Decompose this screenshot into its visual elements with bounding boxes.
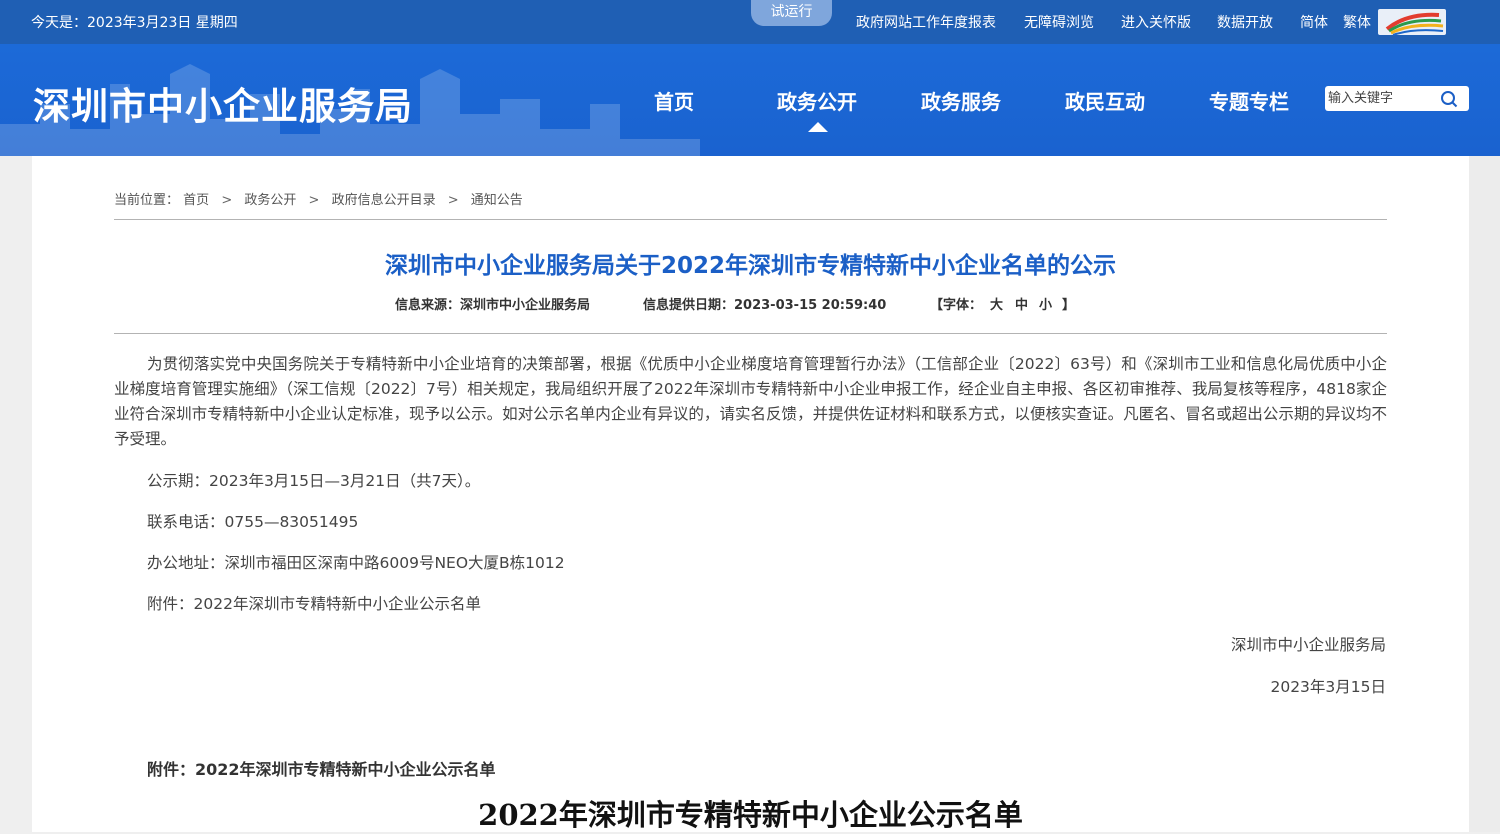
site-title[interactable]: 深圳市中小企业服务局: [33, 76, 413, 130]
nav-public-interaction[interactable]: 政民互动: [1065, 86, 1145, 115]
breadcrumb-prefix: 当前位置：: [114, 193, 180, 208]
article-title: 深圳市中小企业服务局关于2022年深圳市专精特新中小企业名单的公示: [384, 253, 1116, 279]
office-address: 办公地址：深圳市福田区深南中路6009号NEO大厦B栋1012: [147, 554, 565, 572]
nav-government-affairs-open[interactable]: 政务公开: [777, 86, 857, 115]
nav-special-topics[interactable]: 专题专栏: [1209, 86, 1289, 115]
article-source: 信息来源：深圳市中小企业服务局: [395, 298, 591, 313]
attachment-link[interactable]: 附件：2022年深圳市专精特新中小企业公示名单: [147, 592, 481, 614]
search-box: [1325, 86, 1469, 111]
site-header: 深圳市中小企业服务局 首页 政务公开 政务服务 政民互动 专题专栏: [0, 44, 1500, 156]
publicity-period: 公示期：2023年3月15日—3月21日（共7天）。: [147, 472, 481, 490]
care-version-link[interactable]: 进入关怀版: [1121, 12, 1191, 32]
signature-org: 深圳市中小企业服务局: [1230, 636, 1386, 654]
signature-date: 2023年3月15日: [1270, 678, 1386, 696]
nav-government-services[interactable]: 政务服务: [921, 86, 1001, 115]
divider: [114, 219, 1387, 220]
breadcrumb-separator: >: [308, 193, 320, 208]
simplified-chinese-link[interactable]: 简体: [1300, 12, 1328, 32]
search-input[interactable]: [1328, 89, 1438, 108]
breadcrumb-info-catalog[interactable]: 政府信息公开目录: [332, 193, 436, 208]
article-body: 为贯彻落实党中央国务院关于专精特新中小企业培育的决策部署，根据《优质中小企业梯度…: [114, 355, 1387, 448]
contact-phone: 联系电话：0755—83051495: [147, 513, 359, 531]
divider: [114, 333, 1387, 334]
font-size-label: 【字体：: [930, 298, 983, 313]
accessibility-link[interactable]: 无障碍浏览: [1024, 12, 1094, 32]
active-nav-indicator: [808, 122, 828, 132]
traditional-chinese-link[interactable]: 繁体: [1343, 12, 1371, 32]
breadcrumb-separator: >: [447, 193, 459, 208]
trial-badge: 试运行: [751, 0, 832, 26]
breadcrumb-home[interactable]: 首页: [183, 193, 209, 208]
breadcrumb-notices[interactable]: 通知公告: [471, 193, 523, 208]
shenzhen-logo-icon[interactable]: [1377, 5, 1447, 39]
current-date: 今天是：2023年3月23日 星期四: [31, 15, 238, 31]
article-date: 信息提供日期：2023-03-15 20:59:40: [643, 298, 887, 313]
attachment-heading: 附件：2022年深圳市专精特新中小企业公示名单: [147, 760, 496, 779]
font-size-medium-button[interactable]: 中: [1015, 294, 1028, 313]
list-title: 2022年深圳市专精特新中小企业公示名单: [478, 798, 1023, 832]
font-size-bracket: 】: [1062, 298, 1076, 313]
annual-report-link[interactable]: 政府网站工作年度报表: [856, 12, 996, 32]
font-size-large-button[interactable]: 大: [990, 294, 1003, 313]
top-utility-bar: 今天是：2023年3月23日 星期四 试运行 政府网站工作年度报表 无障碍浏览 …: [0, 0, 1500, 44]
search-icon[interactable]: [1439, 89, 1459, 109]
breadcrumb-gov-open[interactable]: 政务公开: [244, 193, 296, 208]
right-margin-decoration: [1469, 156, 1500, 832]
breadcrumb-separator: >: [221, 193, 233, 208]
open-data-link[interactable]: 数据开放: [1217, 12, 1273, 32]
font-size-small-button[interactable]: 小: [1039, 294, 1052, 313]
nav-home[interactable]: 首页: [654, 86, 694, 115]
breadcrumb: 当前位置： 首页 > 政务公开 > 政府信息公开目录 > 通知公告: [114, 189, 523, 208]
